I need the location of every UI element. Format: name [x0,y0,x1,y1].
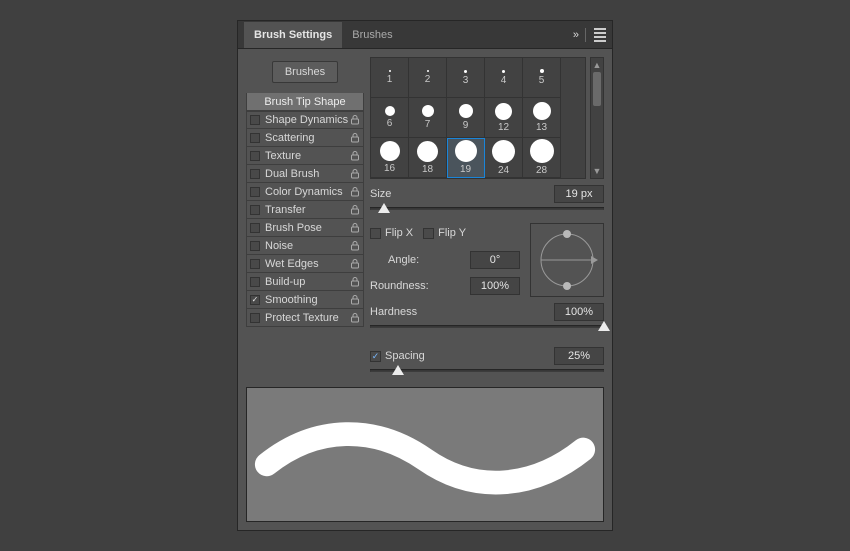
scroll-thumb[interactable] [593,72,601,106]
brush-tip-12[interactable]: 12 [485,98,523,138]
brush-settings-panel: Brush Settings Brushes » Brushes Brush T… [237,20,613,531]
lock-icon[interactable] [349,204,360,215]
brushes-button[interactable]: Brushes [272,61,338,83]
size-field[interactable]: 19 px [554,185,604,203]
spacing-field[interactable]: 25% [554,347,604,365]
setting-checkbox[interactable] [250,277,260,287]
setting-row-color-dynamics[interactable]: Color Dynamics [246,183,364,201]
brush-tip-16[interactable]: 16 [371,138,409,178]
brush-tip-grid[interactable]: 1234567912131618192428 [370,57,586,179]
size-label: Size [370,188,550,200]
setting-checkbox[interactable] [250,151,260,161]
lock-icon[interactable] [349,186,360,197]
scroll-down-icon[interactable]: ▼ [593,166,602,176]
setting-label: Color Dynamics [265,186,349,198]
setting-row-smoothing[interactable]: ✓ Smoothing [246,291,364,309]
brush-tip-9[interactable]: 9 [447,98,485,138]
menu-icon[interactable] [594,28,606,42]
spacing-checkbox[interactable]: ✓Spacing [370,350,425,362]
brush-tip-shape-header[interactable]: Brush Tip Shape [246,93,364,111]
roundness-field[interactable]: 100% [470,277,520,295]
brush-tip-7[interactable]: 7 [409,98,447,138]
setting-checkbox[interactable]: ✓ [250,295,260,305]
spacing-slider[interactable] [370,367,604,381]
setting-label: Transfer [265,204,349,216]
brush-tip-18[interactable]: 18 [409,138,447,178]
scroll-up-icon[interactable]: ▲ [593,60,602,70]
lock-icon[interactable] [349,168,360,179]
setting-checkbox[interactable] [250,187,260,197]
flip-y-checkbox[interactable]: Flip Y [423,227,466,239]
setting-row-brush-pose[interactable]: Brush Pose [246,219,364,237]
lock-icon[interactable] [349,222,360,233]
lock-icon[interactable] [349,258,360,269]
brush-tip-24[interactable]: 24 [485,138,523,178]
setting-row-protect-texture[interactable]: Protect Texture [246,309,364,327]
setting-label: Build-up [265,276,349,288]
setting-label: Texture [265,150,349,162]
setting-label: Smoothing [265,294,349,306]
setting-row-wet-edges[interactable]: Wet Edges [246,255,364,273]
brush-tip-3[interactable]: 3 [447,58,485,98]
brush-tip-5[interactable]: 5 [523,58,561,98]
flip-x-checkbox[interactable]: Flip X [370,227,413,239]
setting-checkbox[interactable] [250,115,260,125]
lock-icon[interactable] [349,312,360,323]
brush-tip-28[interactable]: 28 [523,138,561,178]
setting-checkbox[interactable] [250,313,260,323]
brush-tip-13[interactable]: 13 [523,98,561,138]
setting-row-transfer[interactable]: Transfer [246,201,364,219]
setting-label: Protect Texture [265,312,349,324]
setting-label: Dual Brush [265,168,349,180]
settings-list: Brushes Brush Tip Shape Shape Dynamics Sc… [246,57,364,381]
setting-checkbox[interactable] [250,205,260,215]
brush-tip-1[interactable]: 1 [371,58,409,98]
setting-row-scattering[interactable]: Scattering [246,129,364,147]
hardness-label: Hardness [370,306,550,318]
brush-tip-6[interactable]: 6 [371,98,409,138]
roundness-label: Roundness: [370,280,466,292]
lock-icon[interactable] [349,150,360,161]
lock-icon[interactable] [349,276,360,287]
setting-row-noise[interactable]: Noise [246,237,364,255]
brush-tip-19[interactable]: 19 [447,138,485,178]
brush-tip-2[interactable]: 2 [409,58,447,98]
setting-checkbox[interactable] [250,241,260,251]
lock-icon[interactable] [349,115,360,126]
hardness-slider[interactable] [370,323,604,337]
setting-label: Wet Edges [265,258,349,270]
setting-label: Shape Dynamics [265,114,349,126]
setting-checkbox[interactable] [250,259,260,269]
angle-label: Angle: [388,254,466,266]
lock-icon[interactable] [349,240,360,251]
collapse-icon[interactable]: » [573,29,577,41]
setting-row-build-up[interactable]: Build-up [246,273,364,291]
setting-checkbox[interactable] [250,133,260,143]
tab-brushes[interactable]: Brushes [342,22,402,48]
hardness-field[interactable]: 100% [554,303,604,321]
divider [585,28,586,42]
setting-checkbox[interactable] [250,169,260,179]
setting-checkbox[interactable] [250,223,260,233]
angle-roundness-control[interactable] [530,223,604,297]
brush-preview [246,387,604,522]
lock-icon[interactable] [349,294,360,305]
size-slider[interactable] [370,205,604,219]
setting-row-shape-dynamics[interactable]: Shape Dynamics [246,111,364,129]
lock-icon[interactable] [349,132,360,143]
setting-row-texture[interactable]: Texture [246,147,364,165]
grid-scrollbar[interactable]: ▲ ▼ [590,57,604,179]
setting-label: Brush Pose [265,222,349,234]
setting-row-dual-brush[interactable]: Dual Brush [246,165,364,183]
tab-bar: Brush Settings Brushes » [238,21,612,49]
angle-field[interactable]: 0° [470,251,520,269]
brush-tip-4[interactable]: 4 [485,58,523,98]
tab-brush-settings[interactable]: Brush Settings [244,22,342,48]
setting-label: Scattering [265,132,349,144]
setting-label: Noise [265,240,349,252]
